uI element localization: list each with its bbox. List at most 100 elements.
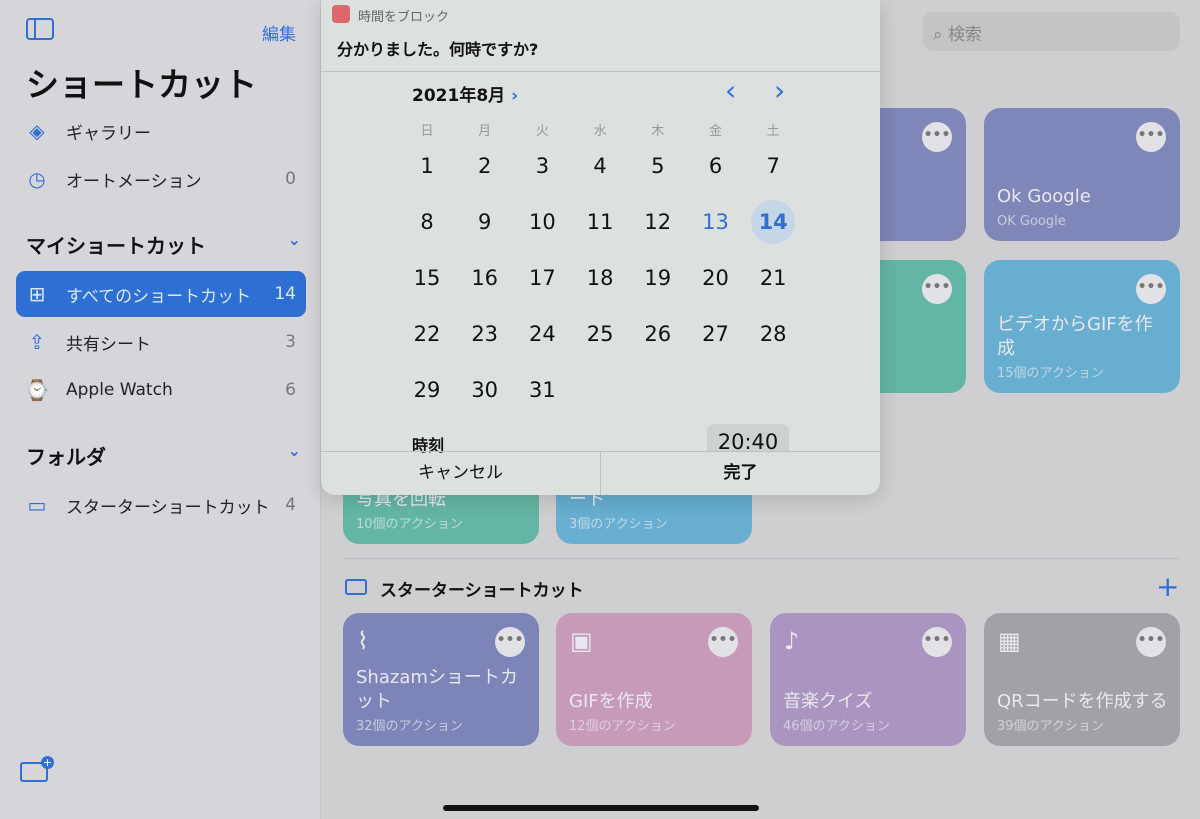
calendar-day[interactable]: 22 — [407, 312, 447, 356]
weekday-label: 木 — [651, 124, 665, 139]
chevron-right-icon: › — [511, 86, 519, 106]
sidebar-item-label: スターターショートカット — [66, 497, 270, 518]
calendar-day[interactable]: 14 — [751, 200, 796, 244]
more-button[interactable]: ••• — [922, 627, 952, 657]
section-label: マイショートカット — [26, 234, 206, 258]
weekday-label: 日 — [420, 124, 434, 139]
calendar-day[interactable]: 23 — [465, 312, 505, 356]
calendar-day[interactable]: 30 — [465, 368, 505, 412]
more-button[interactable]: ••• — [922, 274, 952, 304]
calendar-day[interactable]: 12 — [638, 200, 678, 244]
search-input[interactable]: ⌕ 検索 — [923, 12, 1180, 51]
shortcut-tile[interactable]: ••• ビデオからGIFを作成 15個のアクション — [984, 260, 1180, 393]
tile-subtitle: 39個のアクション — [997, 719, 1104, 734]
sidebar-item-count: 3 — [285, 332, 296, 352]
calendar-day[interactable]: 27 — [696, 312, 736, 356]
watch-icon: ⌚ — [24, 378, 50, 402]
folders-header[interactable]: フォルダ ⌄ — [26, 441, 301, 470]
shortcut-tile[interactable]: ▦ ••• QRコードを作成する 39個のアクション — [984, 613, 1180, 746]
new-folder-icon[interactable]: + — [20, 756, 54, 782]
calendar-day[interactable]: 11 — [580, 200, 620, 244]
tile-subtitle: OK Google — [997, 214, 1066, 229]
calendar-day[interactable]: 8 — [407, 200, 447, 244]
shortcut-tile[interactable]: ••• Ok Google OK Google — [984, 108, 1180, 241]
sidebar-item-label: すべてのショートカット — [66, 286, 252, 307]
calendar-day[interactable]: 5 — [638, 144, 678, 188]
edit-button[interactable]: 編集 — [262, 20, 296, 45]
calendar-day[interactable]: 16 — [465, 256, 505, 300]
time-field[interactable]: 20:40 — [707, 424, 789, 452]
done-button[interactable]: 完了 — [601, 452, 880, 495]
sidebar-toggle-icon[interactable] — [26, 18, 54, 40]
more-button[interactable]: ••• — [922, 122, 952, 152]
app-name: 時間をブロック — [358, 10, 450, 25]
calendar-day[interactable]: 25 — [580, 312, 620, 356]
sidebar-item-count: 14 — [274, 284, 296, 304]
calendar-day[interactable]: 15 — [407, 256, 447, 300]
app-icon — [332, 5, 350, 23]
weekday-label: 火 — [535, 124, 549, 139]
shortcut-tile[interactable]: ♪ ••• 音楽クイズ 46個のアクション — [770, 613, 966, 746]
calendar-day[interactable]: 7 — [753, 144, 793, 188]
calendar-day[interactable]: 17 — [522, 256, 562, 300]
calendar-day[interactable]: 10 — [522, 200, 562, 244]
calendar-day[interactable]: 28 — [753, 312, 793, 356]
more-button[interactable]: ••• — [1136, 274, 1166, 304]
sidebar-item-count: 6 — [285, 380, 296, 400]
more-button[interactable]: ••• — [495, 627, 525, 657]
calendar-day[interactable]: 19 — [638, 256, 678, 300]
calendar-day[interactable]: 20 — [696, 256, 736, 300]
more-button[interactable]: ••• — [1136, 122, 1166, 152]
divider — [321, 71, 880, 72]
calendar-day[interactable]: 1 — [407, 144, 447, 188]
calendar-day[interactable]: 24 — [522, 312, 562, 356]
more-button[interactable]: ••• — [1136, 627, 1166, 657]
weekday-label: 土 — [766, 124, 780, 139]
sidebar-item-label: Apple Watch — [66, 380, 173, 400]
prev-month-button[interactable]: ‹ — [725, 74, 736, 107]
sidebar-item[interactable]: ▭ スターターショートカット 4 — [16, 482, 306, 528]
calendar-day[interactable]: 2 — [465, 144, 505, 188]
calendar-day[interactable]: 6 — [696, 144, 736, 188]
month-label: 2021年8月 — [412, 86, 506, 106]
page-title: ショートカット — [26, 65, 257, 104]
clock-check-icon: ◷ — [28, 167, 46, 191]
my-shortcuts-header[interactable]: マイショートカット ⌄ — [26, 230, 301, 259]
calendar-day[interactable]: 21 — [753, 256, 793, 300]
calendar-day[interactable]: 4 — [580, 144, 620, 188]
calendar-day[interactable]: 26 — [638, 312, 678, 356]
section-label: フォルダ — [26, 445, 106, 469]
folder-icon: ▭ — [27, 493, 47, 517]
month-selector[interactable]: 2021年8月 › — [412, 81, 518, 106]
calendar-day[interactable]: 13 — [696, 200, 736, 244]
starter-header[interactable]: スターターショートカット — [380, 576, 584, 601]
sidebar-item[interactable]: ⊞ すべてのショートカット 14 — [16, 271, 306, 317]
sidebar-item[interactable]: ◈ ギャラリー — [16, 108, 306, 154]
sidebar-item[interactable]: ⇪ 共有シート 3 — [16, 319, 306, 365]
calendar-day[interactable]: 9 — [465, 200, 505, 244]
next-month-button[interactable]: › — [774, 74, 785, 107]
calendar-day[interactable]: 31 — [522, 368, 562, 412]
search-placeholder: 検索 — [947, 25, 982, 45]
sidebar-item[interactable]: ⌚ Apple Watch 6 — [16, 367, 306, 413]
date-picker-dialog: 時間をブロック 分かりました。何時ですか? 2021年8月 › ‹ › 日 月 火 水… — [321, 0, 880, 495]
more-button[interactable]: ••• — [708, 627, 738, 657]
sidebar-item-label: 共有シート — [66, 334, 151, 355]
tile-name: Ok Google — [997, 186, 1091, 207]
calendar-day[interactable]: 18 — [580, 256, 620, 300]
calendar-day[interactable]: 29 — [407, 368, 447, 412]
cancel-button[interactable]: キャンセル — [321, 452, 600, 495]
shortcut-tile[interactable]: ⌇ ••• Shazamショートカット 32個のアクション — [343, 613, 539, 746]
weekday-label: 水 — [593, 124, 607, 139]
grid-icon: ⊞ — [28, 282, 46, 306]
tile-name: QRコードを作成する — [997, 691, 1168, 712]
tile-name: ビデオからGIFを作成 — [997, 314, 1153, 359]
sidebar-item-label: ギャラリー — [66, 123, 151, 144]
calendar-day[interactable]: 3 — [522, 144, 562, 188]
home-indicator — [443, 805, 759, 811]
shortcut-tile[interactable]: ▣ ••• GIFを作成 12個のアクション — [556, 613, 752, 746]
tile-subtitle: 12個のアクション — [569, 719, 676, 734]
sidebar-item[interactable]: ◷ オートメーション 0 — [16, 156, 306, 202]
add-shortcut-button[interactable]: + — [1156, 570, 1179, 603]
starter-folder-icon — [345, 579, 367, 595]
